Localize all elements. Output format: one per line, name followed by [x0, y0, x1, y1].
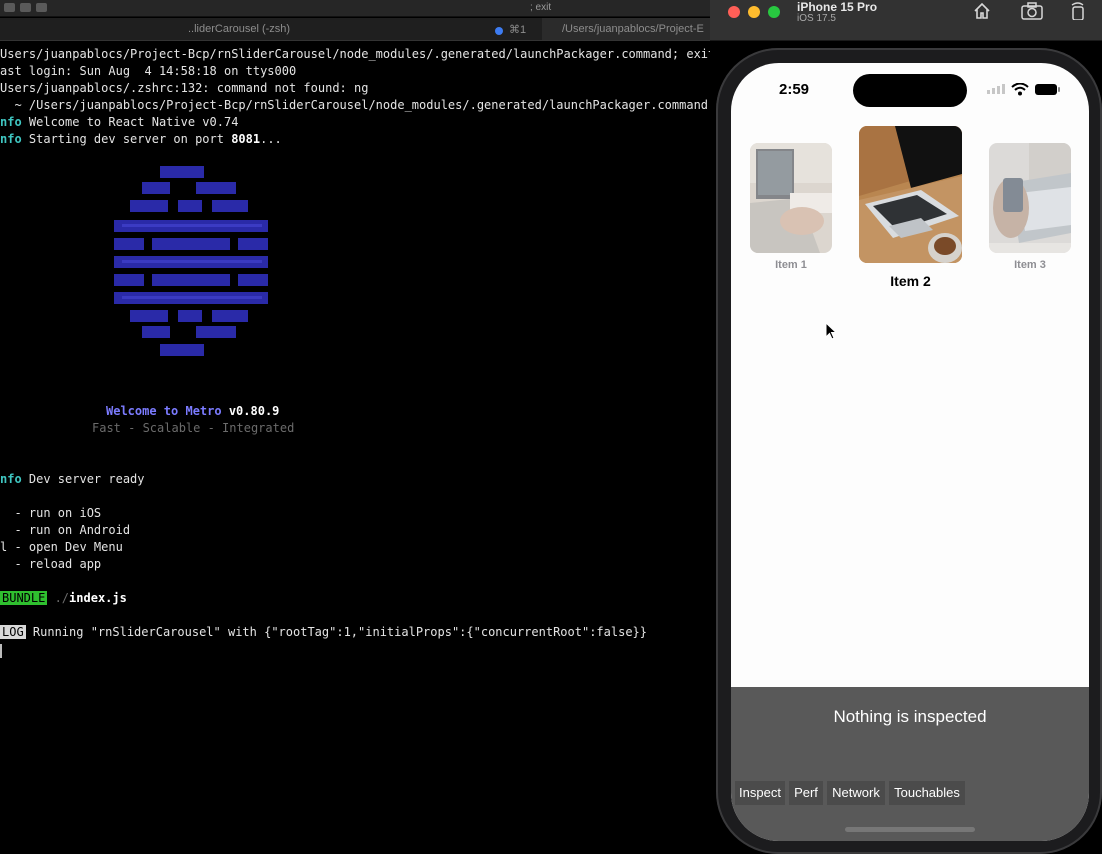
window-title: ; exit: [530, 2, 552, 13]
terminal-line: Users/juanpablocs/Project-Bcp/rnSliderCa…: [0, 47, 716, 61]
signal-icon: [987, 84, 1005, 94]
rotate-icon[interactable]: [1068, 2, 1088, 20]
log-text: Running "rnSliderCarousel" with {"rootTa…: [25, 625, 648, 639]
tab-activity-dot: [495, 27, 503, 35]
window-button[interactable]: [20, 3, 31, 12]
terminal-line-info: nfo Welcome to React Native v0.74: [0, 114, 238, 131]
terminal-line-info: nfo Starting dev server on port 8081...: [0, 131, 282, 148]
os-version: iOS 17.5: [797, 13, 836, 24]
info-text: Welcome to React Native v0.74: [21, 115, 239, 129]
info-text: Dev server ready: [21, 472, 145, 486]
tab-project[interactable]: /Users/juanpablocs/Project-E: [562, 23, 704, 35]
screenshot-icon[interactable]: [1020, 2, 1044, 20]
dynamic-island: [853, 74, 967, 107]
metro-welcome: Welcome to Metro v0.80.9: [106, 403, 279, 420]
close-button[interactable]: [728, 6, 740, 18]
laptop-photo-icon: [989, 143, 1071, 253]
metro-logo-icon: [114, 166, 268, 356]
info-tag: nfo: [0, 472, 22, 486]
laptop-photo-icon: [859, 126, 962, 263]
info-tag: nfo: [0, 115, 22, 129]
terminal-output[interactable]: Users/juanpablocs/Project-Bcp/rnSliderCa…: [0, 46, 716, 666]
home-indicator[interactable]: [845, 827, 975, 832]
metro-welcome-text: Welcome to Metro: [106, 404, 222, 418]
menu-line: - run on iOS: [0, 506, 102, 520]
bundle-path: ./: [47, 591, 70, 605]
tab-zsh[interactable]: ..liderCarousel (-zsh): [188, 23, 290, 35]
terminal-line: ~ /Users/juanpablocs/Project-Bcp/rnSlide…: [0, 98, 716, 112]
terminal-title-bar: ; exit: [0, 0, 710, 17]
carousel-item-2-label: Item 2: [890, 273, 931, 289]
carousel-item-2[interactable]: [859, 126, 962, 263]
status-time: 2:59: [779, 81, 810, 98]
phone-screen[interactable]: 2:59 Item 1 Item 2 Item 3 Nothing is ins…: [731, 63, 1089, 841]
terminal-cursor: [0, 644, 2, 658]
element-inspector-panel: Nothing is inspected Inspect Perf Networ…: [731, 687, 1089, 841]
log-badge: LOG: [0, 625, 26, 639]
mouse-pointer-icon: [825, 322, 837, 340]
bundle-badge: BUNDLE: [0, 591, 48, 605]
menu-line: l - open Dev Menu: [0, 540, 123, 554]
terminal-line: ast login: Sun Aug 4 14:58:18 on ttys000: [0, 64, 297, 78]
device-name: iPhone 15 Pro: [797, 0, 878, 14]
network-button[interactable]: Network: [827, 781, 885, 805]
log-line: LOG Running "rnSliderCarousel" with {"ro…: [0, 624, 647, 641]
home-icon[interactable]: [972, 2, 992, 20]
zoom-button[interactable]: [768, 6, 780, 18]
inspect-button[interactable]: Inspect: [735, 781, 785, 805]
wifi-icon: [1011, 83, 1029, 96]
simulator-title-bar: [710, 0, 1102, 41]
window-button[interactable]: [36, 3, 47, 12]
laptop-photo-icon: [750, 143, 832, 253]
bundle-file: index.js: [69, 591, 127, 605]
carousel-item-3[interactable]: [989, 143, 1071, 253]
inspector-message: Nothing is inspected: [833, 707, 987, 726]
port-number: 8081: [231, 132, 261, 146]
minimize-button[interactable]: [748, 6, 760, 18]
info-suffix: ...: [260, 132, 282, 146]
tab-shortcut: ⌘1: [509, 24, 527, 36]
info-tag: nfo: [0, 132, 22, 146]
menu-line: - run on Android: [0, 523, 131, 537]
bundle-line: BUNDLE ./index.js: [0, 590, 127, 607]
carousel-item-3-label: Item 3: [1014, 259, 1046, 271]
carousel-item-1-label: Item 1: [775, 259, 807, 271]
terminal-line: Users/juanpablocs/.zshrc:132: command no…: [0, 81, 369, 95]
menu-line: - reload app: [0, 557, 102, 571]
carousel-item-1[interactable]: [750, 143, 832, 253]
perf-button[interactable]: Perf: [789, 781, 823, 805]
touchables-button[interactable]: Touchables: [889, 781, 965, 805]
info-text: Starting dev server on port: [21, 132, 232, 146]
battery-icon: [1035, 84, 1060, 95]
terminal-line-info: nfo Dev server ready: [0, 471, 145, 488]
metro-tagline: Fast - Scalable - Integrated: [92, 421, 295, 435]
metro-version: v0.80.9: [221, 404, 280, 418]
window-button[interactable]: [4, 3, 15, 12]
